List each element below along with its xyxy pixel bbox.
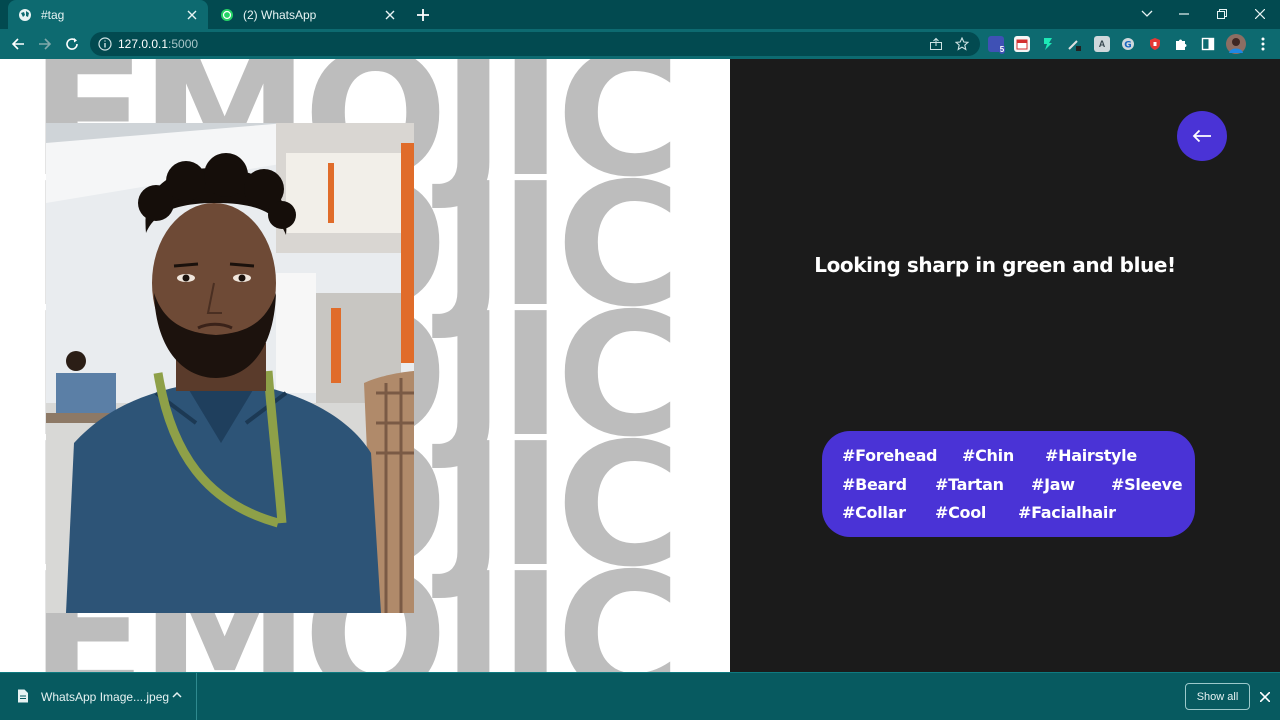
result-panel: Looking sharp in green and blue! #Forehe… (730, 59, 1280, 672)
hashtag-jaw: #Jaw (1031, 475, 1075, 494)
extension-google-icon[interactable]: G (1120, 36, 1136, 52)
hashtag-forehead: #Forehead (842, 446, 938, 465)
new-tab-icon[interactable] (414, 6, 432, 24)
extension-calendar-icon[interactable] (1014, 36, 1030, 52)
hashtag-tartan: #Tartan (935, 475, 1004, 494)
extension-translate-icon[interactable]: A (1094, 36, 1110, 52)
close-tab-icon[interactable] (382, 7, 398, 23)
whatsapp-icon (220, 8, 234, 22)
svg-text:G: G (1124, 41, 1131, 51)
url-port: :5000 (168, 37, 199, 51)
tab-search-chevron-icon[interactable] (1136, 4, 1158, 24)
bookmark-star-icon[interactable] (954, 36, 970, 52)
close-download-bar-icon[interactable] (1257, 689, 1273, 705)
globe-icon (18, 8, 32, 22)
extension-pen-icon[interactable] (1066, 36, 1082, 52)
uploaded-portrait-photo (46, 123, 414, 613)
extension-green-icon[interactable] (1040, 36, 1056, 52)
tab-title: #tag (41, 7, 65, 22)
side-panel-icon[interactable] (1200, 36, 1216, 52)
file-icon (18, 689, 28, 703)
tab-strip: #tag (2) WhatsApp (0, 0, 1280, 29)
chevron-up-icon[interactable] (171, 689, 183, 701)
share-icon[interactable] (928, 36, 944, 52)
download-bar: WhatsApp Image....jpeg Show all (0, 672, 1280, 720)
download-item[interactable]: WhatsApp Image....jpeg (0, 673, 197, 720)
forward-nav-icon[interactable] (35, 34, 55, 54)
hashtag-beard: #Beard (842, 475, 907, 494)
url-host: 127.0.0.1 (118, 37, 169, 51)
hashtag-chin: #Chin (962, 446, 1014, 465)
extensions-puzzle-icon[interactable] (1173, 36, 1189, 52)
minimize-icon[interactable] (1173, 4, 1195, 24)
site-info-icon[interactable] (98, 37, 112, 51)
tab-tag[interactable]: #tag (8, 0, 208, 29)
address-bar[interactable]: 127.0.0.1:5000 (90, 32, 980, 56)
web-page: EMOJIC EMOJIC EMOJIC EMOJIC EMOJIC (0, 59, 1280, 672)
hashtag-collar: #Collar (842, 503, 906, 522)
hashtag-hairstyle: #Hairstyle (1045, 446, 1137, 465)
emoji-photo-panel: EMOJIC EMOJIC EMOJIC EMOJIC EMOJIC (0, 59, 730, 672)
tab-whatsapp[interactable]: (2) WhatsApp (210, 0, 406, 29)
arrow-left-icon (1192, 129, 1211, 143)
emoji-caption: Looking sharp in green and blue! (814, 253, 1176, 277)
hashtag-facialhair: #Facialhair (1018, 503, 1116, 522)
show-all-button[interactable]: Show all (1185, 683, 1250, 710)
download-file-name: WhatsApp Image....jpeg (41, 690, 170, 704)
hashtag-cloud: #Forehead #Chin #Hairstyle #Beard #Tarta… (822, 431, 1195, 537)
browser-menu-icon[interactable] (1255, 36, 1271, 52)
tab-title: (2) WhatsApp (243, 7, 317, 22)
restore-icon[interactable] (1211, 4, 1233, 24)
hashtag-sleeve: #Sleeve (1111, 475, 1183, 494)
close-window-icon[interactable] (1249, 4, 1271, 24)
close-tab-icon[interactable] (184, 7, 200, 23)
reload-icon[interactable] (62, 34, 82, 54)
hashtag-cool: #Cool (935, 503, 987, 522)
url-text: 127.0.0.1:5000 (118, 37, 198, 51)
back-button[interactable] (1177, 111, 1227, 161)
browser-toolbar: 127.0.0.1:5000 5 A G (0, 29, 1280, 59)
back-nav-icon[interactable] (8, 34, 28, 54)
extension-badge-icon[interactable]: 5 (988, 36, 1006, 54)
extension-shield-icon[interactable] (1147, 36, 1163, 52)
profile-avatar[interactable] (1226, 34, 1246, 54)
